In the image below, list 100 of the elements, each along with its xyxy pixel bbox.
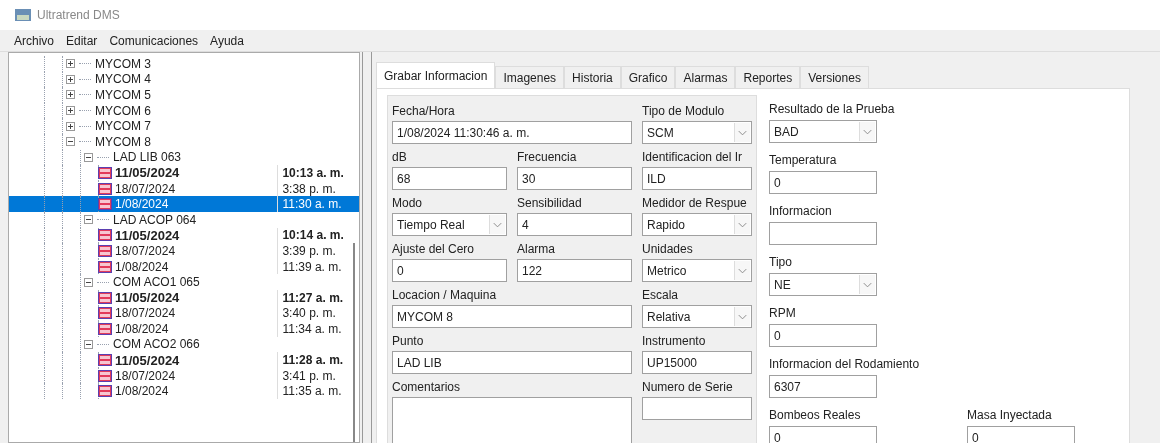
input-field[interactable]: MYCOM 8 xyxy=(392,305,632,328)
chevron-down-icon[interactable] xyxy=(859,275,875,294)
collapse-icon[interactable] xyxy=(84,340,93,349)
input-field[interactable] xyxy=(642,397,752,420)
field-label: Escala xyxy=(642,286,680,304)
input-field[interactable]: 30 xyxy=(517,167,632,190)
record-icon xyxy=(98,244,112,257)
tree-node-label[interactable]: LAD ACOP 064 xyxy=(113,213,197,226)
input-field[interactable]: 0 xyxy=(392,259,507,282)
record-icon xyxy=(98,322,112,335)
record-icon xyxy=(98,229,112,242)
field-label: Tipo de Modulo xyxy=(642,102,726,120)
tree-node-label[interactable]: MYCOM 8 xyxy=(95,135,151,148)
input-field[interactable]: UP15000 xyxy=(642,351,752,374)
chevron-down-icon[interactable] xyxy=(859,122,875,141)
record-icon xyxy=(98,354,112,367)
reading-date: 11/05/2024 xyxy=(115,353,180,367)
record-icon xyxy=(98,198,112,211)
field-label: Temperatura xyxy=(769,152,838,169)
reading-date: 11/05/2024 xyxy=(115,166,180,180)
input-field[interactable]: 68 xyxy=(392,167,507,190)
collapse-icon[interactable] xyxy=(84,215,93,225)
tab[interactable]: Grafico xyxy=(620,66,676,88)
tab[interactable]: Historia xyxy=(564,66,621,88)
field-label: Sensibilidad xyxy=(517,194,583,212)
chevron-down-icon[interactable] xyxy=(734,307,750,326)
expand-icon[interactable] xyxy=(66,74,75,84)
dropdown[interactable]: SCM xyxy=(642,121,752,144)
record-icon xyxy=(98,307,112,320)
tree-node-label[interactable]: COM ACO2 066 xyxy=(113,338,200,351)
reading-row[interactable]: 11/05/2024 10:13 a. m. xyxy=(9,165,359,181)
input-field[interactable]: 0 xyxy=(769,426,877,443)
reading-date: 1/08/2024 xyxy=(115,385,169,398)
field-label: RPM xyxy=(769,305,797,322)
field-label: Alarma xyxy=(517,240,556,258)
field-label: Masa Inyectada xyxy=(967,407,1053,424)
chevron-down-icon[interactable] xyxy=(734,261,750,280)
chevron-down-icon[interactable] xyxy=(734,123,750,142)
reading-date: 18/07/2024 xyxy=(115,369,176,382)
expand-icon[interactable] xyxy=(66,121,75,131)
reading-row[interactable]: 1/08/2024 11:30 a. m. xyxy=(9,196,359,212)
reading-date: 11/05/2024 xyxy=(115,291,180,305)
menu-item[interactable]: Editar xyxy=(62,31,102,50)
dropdown[interactable]: BAD xyxy=(769,120,877,143)
field-label: dB xyxy=(392,148,408,166)
dropdown[interactable]: Metrico xyxy=(642,259,752,282)
field-label: Unidades xyxy=(642,240,694,258)
tab[interactable]: Versiones xyxy=(800,66,869,88)
field-label: Identificacion del Ir xyxy=(642,148,744,166)
input-field[interactable]: 6307 xyxy=(769,375,877,398)
tree-node-label[interactable]: MYCOM 3 xyxy=(95,57,151,70)
expand-icon[interactable] xyxy=(66,90,75,100)
collapse-icon[interactable] xyxy=(66,137,75,147)
scrollbar[interactable] xyxy=(353,243,355,442)
collapse-icon[interactable] xyxy=(84,277,93,287)
input-field[interactable]: 0 xyxy=(769,171,877,194)
tree-node-label[interactable]: MYCOM 6 xyxy=(95,104,151,117)
tab[interactable]: Imagenes xyxy=(495,66,565,88)
tree-node-label[interactable]: MYCOM 7 xyxy=(95,120,151,133)
reading-date: 18/07/2024 xyxy=(115,244,176,257)
input-field[interactable]: 1/08/2024 11:30:46 a. m. xyxy=(392,121,632,144)
input-field[interactable]: ILD xyxy=(642,167,752,190)
input-field[interactable]: 0 xyxy=(769,324,877,347)
reading-row[interactable]: 11/05/2024 10:14 a. m. xyxy=(9,227,359,244)
input-field[interactable]: 122 xyxy=(517,259,632,282)
reading-date: 18/07/2024 xyxy=(115,182,176,195)
expand-icon[interactable] xyxy=(66,106,75,116)
app-icon xyxy=(15,9,31,21)
record-icon xyxy=(98,385,112,398)
splitter[interactable] xyxy=(362,52,372,443)
input-field[interactable]: LAD LIB xyxy=(392,351,632,374)
expand-icon[interactable] xyxy=(66,59,75,69)
field-label: Resultado de la Prueba xyxy=(769,101,896,118)
tree-node-label[interactable]: MYCOM 5 xyxy=(95,89,151,101)
tree-node-label[interactable]: MYCOM 4 xyxy=(95,73,151,86)
dropdown[interactable]: Relativa xyxy=(642,305,752,328)
dropdown[interactable]: Tiempo Real xyxy=(392,213,507,236)
menu-item[interactable]: Archivo xyxy=(10,31,58,50)
collapse-icon[interactable] xyxy=(84,152,93,162)
input-field[interactable] xyxy=(769,222,877,245)
chevron-down-icon[interactable] xyxy=(734,215,750,234)
tree-node-label[interactable]: LAD LIB 063 xyxy=(113,151,182,164)
dropdown[interactable]: Rapido xyxy=(642,213,752,236)
field-label: Frecuencia xyxy=(517,148,578,166)
tab[interactable]: Reportes xyxy=(735,66,801,88)
tab[interactable]: Alarmas xyxy=(675,66,736,88)
input-field[interactable]: 4 xyxy=(517,213,632,236)
chevron-down-icon[interactable] xyxy=(489,215,505,234)
input-field[interactable]: 0 xyxy=(967,426,1075,443)
menu-item[interactable]: Ayuda xyxy=(206,31,248,50)
menu-item[interactable]: Comunicaciones xyxy=(105,31,203,50)
comments-field[interactable] xyxy=(392,397,632,443)
field-label: Modo xyxy=(392,194,424,212)
record-icon xyxy=(98,260,112,273)
tab[interactable]: Grabar Informacion xyxy=(376,62,496,88)
field-label: Medidor de Respue xyxy=(642,194,748,212)
field-label: Bombeos Reales xyxy=(769,407,862,424)
dropdown[interactable]: NE xyxy=(769,273,877,296)
field-label: Numero de Serie xyxy=(642,378,734,396)
tree-node-label[interactable]: COM ACO1 065 xyxy=(113,276,200,289)
